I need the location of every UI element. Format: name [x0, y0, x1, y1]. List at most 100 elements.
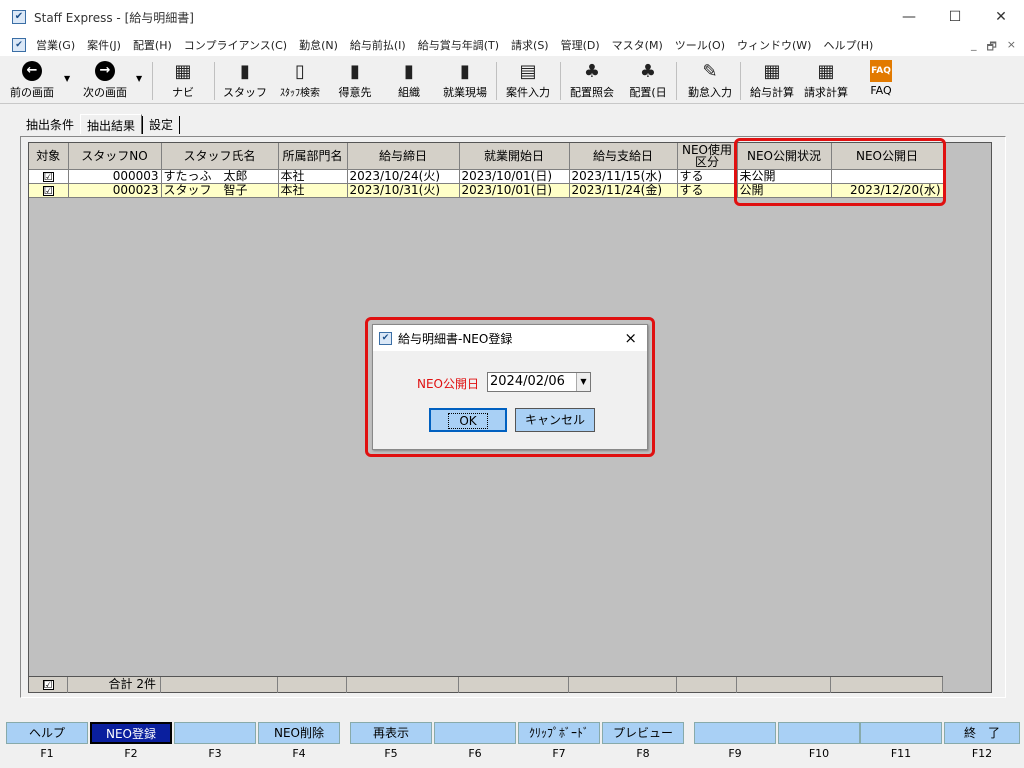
staff-search-button[interactable]: ▯ ｽﾀｯﾌ検索 [274, 58, 326, 100]
organization-button[interactable]: ▮ 組織 [394, 58, 424, 100]
menu-attendance[interactable]: 勤怠(N) [299, 37, 338, 53]
minimize-button[interactable]: — [886, 0, 932, 34]
billing-calc-button[interactable]: ▦ 請求計算 [800, 58, 852, 100]
placement-inquiry-button[interactable]: ♣ 配置照会 [566, 58, 618, 100]
mdi-close-button[interactable]: × [1007, 38, 1016, 57]
forward-dropdown-icon[interactable]: ▼ [136, 74, 142, 83]
total-count: 合計 2件 [68, 677, 161, 693]
job-entry-button[interactable]: ▤ 案件入力 [502, 58, 554, 100]
f6-button[interactable] [434, 722, 516, 744]
col-header-staff-name[interactable]: スタッフ氏名 [161, 143, 279, 170]
f10-label: F10 [808, 747, 830, 760]
col-header-start-date[interactable]: 就業開始日 [459, 143, 570, 170]
f2-neo-register-button[interactable]: NEO登録 [90, 722, 172, 744]
close-button[interactable]: ✕ [978, 0, 1024, 34]
menu-compliance[interactable]: コンプライアンス(C) [184, 37, 287, 53]
col-header-neo-use[interactable]: NEO使用区分 [677, 143, 738, 170]
back-label: 前の画面 [10, 86, 54, 99]
menu-master[interactable]: マスタ(M) [612, 37, 663, 53]
billing-calc-label: 請求計算 [804, 86, 848, 99]
menu-sales[interactable]: 営業(G) [36, 37, 75, 53]
f11-button[interactable] [860, 722, 942, 744]
row-checkbox[interactable]: ☑ [42, 171, 54, 182]
tab-strip: 抽出条件 抽出結果 設定 [20, 114, 181, 134]
ok-label: OK [448, 413, 488, 429]
navi-label: ナビ [172, 86, 194, 99]
staff-button[interactable]: ▮ スタッフ [223, 58, 267, 100]
f3-button[interactable] [174, 722, 256, 744]
col-header-target[interactable]: 対象 [29, 143, 69, 170]
f12-exit-button[interactable]: 終 了 [944, 722, 1020, 744]
f1-help-button[interactable]: ヘルプ [6, 722, 88, 744]
menu-admin[interactable]: 管理(D) [561, 37, 600, 53]
tab-extract-results[interactable]: 抽出結果 [80, 114, 143, 134]
chevron-down-icon[interactable]: ▼ [576, 373, 590, 391]
row-checkbox[interactable]: ☑ [42, 185, 54, 196]
neo-publish-date-picker[interactable]: 2024/02/06 ▼ [487, 372, 591, 392]
f8-preview-button[interactable]: プレビュー [602, 722, 684, 744]
f10-button[interactable] [778, 722, 860, 744]
navi-icon: ▦ [174, 60, 192, 82]
col-header-close-date[interactable]: 給与締日 [347, 143, 460, 170]
organization-icon: ▮ [404, 60, 414, 82]
neo-publish-date-label: NEO公開日 [417, 377, 480, 391]
grid-footer: ☑ 合計 2件 [29, 676, 943, 693]
mdi-app-icon[interactable]: ✔ [12, 38, 26, 52]
back-button[interactable]: ← 前の画面 [10, 58, 54, 100]
dialog-close-button[interactable]: × [624, 329, 637, 347]
menu-tools[interactable]: ツール(O) [675, 37, 725, 53]
mdi-minimize-button[interactable]: _ [971, 38, 977, 57]
cell-dept: 本社 [278, 183, 348, 198]
attendance-entry-button[interactable]: ✎ 勤怠入力 [684, 58, 736, 100]
f4-neo-delete-button[interactable]: NEO削除 [258, 722, 340, 744]
mdi-restore-button[interactable]: 🗗 [986, 38, 996, 57]
tab-extract-conditions[interactable]: 抽出条件 [20, 114, 80, 134]
cell-pay-date: 2023/11/15(水) [569, 169, 678, 184]
forward-button[interactable]: → 次の画面 [80, 58, 130, 100]
maximize-button[interactable]: ☐ [932, 0, 978, 34]
placement-inquiry-label: 配置照会 [570, 86, 614, 99]
placement-day-button[interactable]: ♣ 配置(日 [624, 58, 672, 100]
dialog-app-icon: ✔ [379, 331, 392, 345]
payroll-calc-button[interactable]: ▦ 給与計算 [746, 58, 798, 100]
placement-day-label: 配置(日 [629, 86, 667, 99]
f5-refresh-button[interactable]: 再表示 [350, 722, 432, 744]
col-header-pay-date[interactable]: 給与支給日 [569, 143, 678, 170]
f1-label: F1 [40, 747, 54, 760]
f4-label: F4 [292, 747, 306, 760]
payroll-calc-label: 給与計算 [750, 86, 794, 99]
navi-button[interactable]: ▦ ナビ [168, 58, 198, 100]
f6-label: F6 [468, 747, 482, 760]
staff-icon: ▮ [240, 60, 250, 82]
select-all-checkbox[interactable]: ☑ [42, 680, 54, 691]
cell-close-date: 2023/10/31(火) [347, 183, 460, 198]
cell-pay-date: 2023/11/24(金) [569, 183, 678, 198]
staff-search-label: ｽﾀｯﾌ検索 [280, 88, 320, 99]
cancel-button[interactable]: キャンセル [515, 408, 595, 432]
menu-billing[interactable]: 請求(S) [511, 37, 549, 53]
menu-advance-pay[interactable]: 給与前払(I) [350, 37, 406, 53]
menu-placement[interactable]: 配置(H) [133, 37, 172, 53]
f7-label: F7 [552, 747, 566, 760]
col-header-staff-no[interactable]: スタッフNO [68, 143, 162, 170]
window-title: Staff Express - [給与明細書] [34, 10, 194, 25]
worksite-icon: ▮ [460, 60, 470, 82]
tab-settings[interactable]: 設定 [143, 114, 179, 134]
organization-label: 組織 [398, 86, 420, 99]
customer-button[interactable]: ▮ 得意先 [334, 58, 376, 100]
worksite-button[interactable]: ▮ 就業現場 [440, 58, 490, 100]
menu-jobs[interactable]: 案件(J) [87, 37, 121, 53]
back-dropdown-icon[interactable]: ▼ [64, 74, 70, 83]
f9-button[interactable] [694, 722, 776, 744]
faq-button[interactable]: FAQ FAQ [866, 58, 896, 97]
staff-search-icon: ▯ [295, 60, 305, 82]
placement-day-icon: ♣ [639, 60, 657, 82]
ok-button[interactable]: OK [429, 408, 507, 432]
col-header-dept[interactable]: 所属部門名 [278, 143, 348, 170]
menu-help[interactable]: ヘルプ(H) [823, 37, 873, 53]
f7-clipboard-button[interactable]: ｸﾘｯﾌﾟﾎﾞｰﾄﾞ [518, 722, 600, 744]
menu-window[interactable]: ウィンドウ(W) [737, 37, 811, 53]
menu-payroll[interactable]: 給与賞与年調(T) [418, 37, 499, 53]
f5-label: F5 [384, 747, 398, 760]
cell-staff-name: スタッフ 智子 [161, 183, 279, 198]
